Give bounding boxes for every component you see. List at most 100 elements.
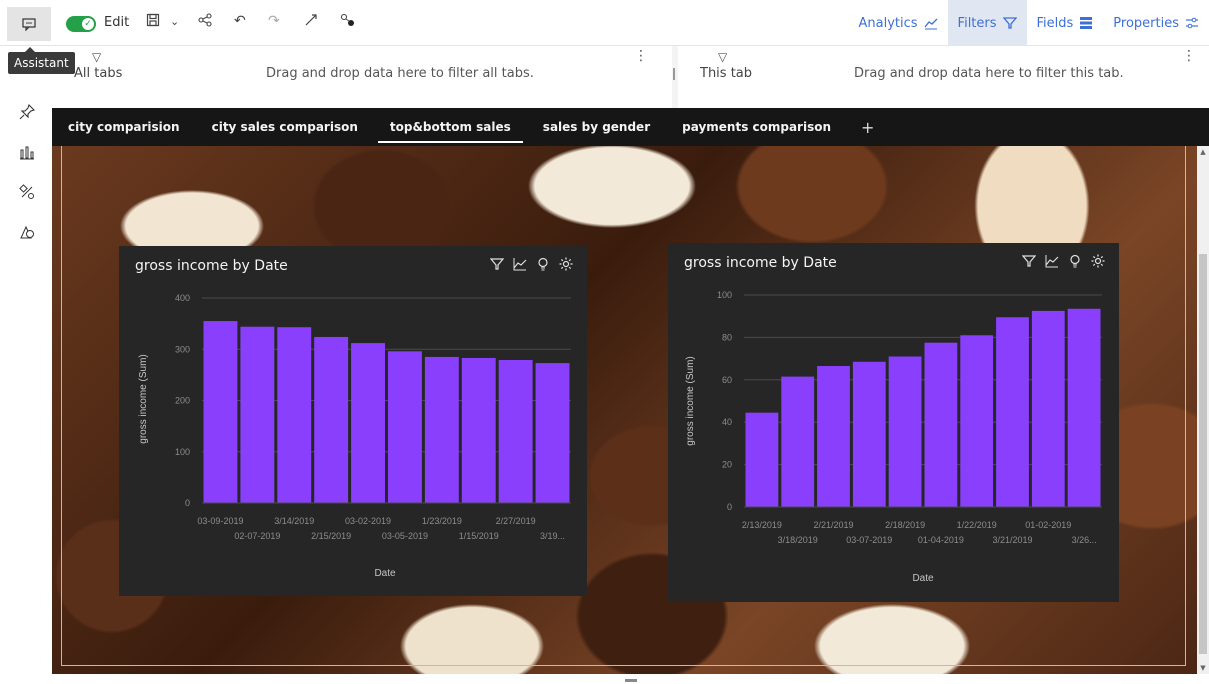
top-toolbar: ✓ Edit ⌄ ↶ ↷ Analytics Filters Fields Pr…: [0, 0, 1209, 46]
x-axis-label: Date: [374, 568, 396, 579]
app-root: ✓ Edit ⌄ ↶ ↷ Analytics Filters Fields Pr…: [0, 0, 1209, 684]
y-tick-label: 60: [722, 375, 732, 385]
bar[interactable]: [781, 376, 815, 507]
bar[interactable]: [852, 361, 886, 507]
analytics-icon: [924, 18, 938, 30]
bar[interactable]: [203, 321, 238, 503]
y-tick-label: 300: [175, 344, 190, 354]
chart-widget-top[interactable]: gross income by Date gross income (Sum) …: [119, 246, 587, 596]
tab-top-bottom-sales[interactable]: top&bottom sales: [374, 108, 527, 146]
assistant-button[interactable]: [7, 7, 51, 41]
x-tick-label: 3/21/2019: [992, 535, 1032, 545]
bar[interactable]: [314, 336, 349, 503]
bar[interactable]: [498, 360, 533, 503]
chart-widget-bottom[interactable]: gross income by Date gross income (Sum) …: [668, 243, 1119, 602]
x-tick-label: 03-09-2019: [197, 516, 243, 526]
properties-link[interactable]: Properties: [1103, 0, 1209, 46]
x-tick-label: 3/14/2019: [274, 516, 314, 526]
x-tick-label: 2/18/2019: [885, 520, 925, 530]
pin-tool-icon[interactable]: [304, 13, 318, 31]
bar[interactable]: [996, 317, 1029, 507]
x-tick-label: 03-07-2019: [846, 535, 892, 545]
tab-city-sales-comparison[interactable]: city sales comparison: [196, 108, 374, 146]
edit-toggle[interactable]: ✓: [66, 16, 96, 32]
scroll-down-icon[interactable]: ▼: [1197, 664, 1209, 674]
y-tick-label: 20: [722, 460, 732, 470]
this-tab-filter-dropzone[interactable]: ▽ This tab Drag and drop data here to fi…: [678, 46, 1209, 108]
resize-grip-icon[interactable]: [673, 68, 675, 80]
check-icon: ✓: [82, 18, 94, 30]
save-icon[interactable]: [146, 13, 160, 31]
bar[interactable]: [745, 412, 779, 507]
bar[interactable]: [351, 343, 385, 503]
x-tick-label: 1/23/2019: [422, 516, 462, 526]
bottom-resize-grip[interactable]: [625, 679, 637, 682]
pin-icon[interactable]: [17, 102, 37, 122]
x-tick-label: 3/18/2019: [778, 535, 818, 545]
dashboard-tabs: city comparision city sales comparison t…: [52, 108, 1209, 146]
scroll-up-icon[interactable]: ▲: [1197, 148, 1209, 158]
x-tick-label: 01-02-2019: [1025, 520, 1071, 530]
bar[interactable]: [817, 366, 850, 507]
scroll-thumb[interactable]: [1199, 254, 1207, 654]
vertical-scrollbar[interactable]: ▲ ▼: [1197, 146, 1209, 676]
tab-city-comparision[interactable]: city comparision: [52, 108, 196, 146]
widgets-icon[interactable]: [17, 182, 37, 202]
funnel-icon: ▽: [718, 50, 728, 64]
filter-icon: [1002, 17, 1017, 29]
visualizations-icon[interactable]: [17, 142, 37, 162]
bar[interactable]: [535, 363, 570, 503]
fields-link[interactable]: Fields: [1027, 0, 1104, 46]
redo-icon[interactable]: ↷: [268, 13, 280, 29]
bar[interactable]: [960, 335, 994, 507]
tab-payments-comparison[interactable]: payments comparison: [666, 108, 847, 146]
left-rail: [0, 46, 52, 684]
x-tick-label: 3/26...: [1072, 535, 1097, 545]
share-icon[interactable]: [198, 13, 212, 31]
tab-sales-by-gender[interactable]: sales by gender: [527, 108, 666, 146]
y-tick-label: 80: [722, 332, 732, 342]
kebab-menu-icon[interactable]: ⋮: [634, 48, 648, 64]
bar[interactable]: [888, 356, 922, 507]
y-axis-label: gross income (Sum): [685, 356, 696, 445]
kebab-menu-icon[interactable]: ⋮: [1182, 48, 1196, 64]
x-tick-label: 01-04-2019: [918, 535, 964, 545]
analytics-link[interactable]: Analytics: [849, 0, 948, 46]
bar[interactable]: [924, 342, 958, 507]
funnel-icon: ▽: [92, 50, 102, 64]
x-tick-label: 3/19...: [540, 531, 565, 541]
filters-label: Filters: [957, 15, 997, 31]
bar[interactable]: [277, 327, 312, 503]
x-tick-label: 2/13/2019: [742, 520, 782, 530]
chevron-down-icon[interactable]: ⌄: [170, 15, 179, 28]
shapes-icon[interactable]: [17, 222, 37, 242]
filters-link[interactable]: Filters: [947, 0, 1027, 46]
x-tick-label: 2/27/2019: [496, 516, 536, 526]
x-tick-label: 1/15/2019: [459, 531, 499, 541]
x-tick-label: 02-07-2019: [234, 531, 280, 541]
fields-icon: [1080, 17, 1093, 29]
relationship-icon[interactable]: [340, 13, 356, 31]
y-tick-label: 0: [727, 502, 732, 512]
assistant-tooltip: Assistant: [8, 47, 75, 74]
y-tick-label: 100: [175, 447, 190, 457]
properties-icon: [1186, 17, 1198, 29]
bar[interactable]: [461, 357, 496, 503]
undo-icon[interactable]: ↶: [234, 13, 246, 29]
this-tab-label: This tab: [700, 66, 753, 81]
bar[interactable]: [1031, 310, 1065, 507]
bar[interactable]: [424, 356, 459, 503]
add-tab-button[interactable]: +: [847, 108, 888, 146]
y-tick-label: 40: [722, 417, 732, 427]
x-tick-label: 03-02-2019: [345, 516, 391, 526]
bar-chart: gross income (Sum) Date 0 20 40 60 80 100 2/13…: [685, 290, 1102, 584]
y-axis-label: gross income (Sum): [138, 354, 149, 443]
bar[interactable]: [1067, 308, 1101, 507]
analytics-label: Analytics: [858, 15, 918, 31]
all-tabs-filter-dropzone[interactable]: ▽ All tabs Drag and drop data here to fi…: [52, 46, 672, 108]
all-tabs-hint: Drag and drop data here to filter all ta…: [266, 66, 534, 81]
bar-chart: gross income (Sum) Date 0 100 200 300 400 03-…: [138, 293, 571, 579]
y-tick-label: 100: [717, 290, 732, 300]
bar[interactable]: [240, 326, 275, 503]
bar[interactable]: [388, 351, 422, 503]
